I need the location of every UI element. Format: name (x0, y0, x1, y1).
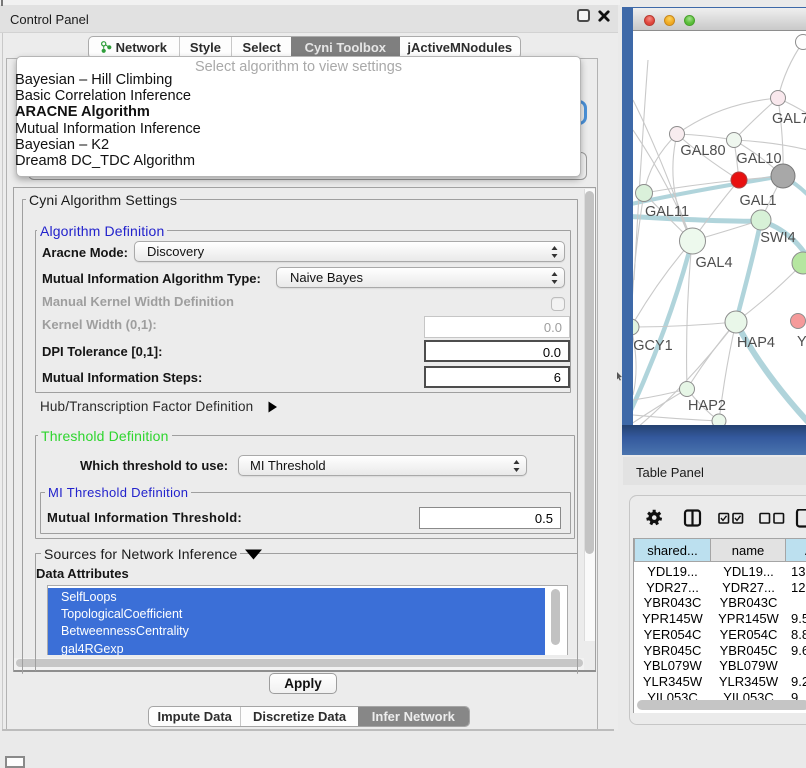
svg-text:GAL1: GAL1 (739, 193, 776, 209)
svg-text:GAL80: GAL80 (680, 143, 725, 159)
svg-text:HAP2: HAP2 (688, 398, 726, 414)
svg-text:GAL10: GAL10 (736, 151, 781, 167)
svg-text:HAP4: HAP4 (737, 335, 775, 351)
svg-text:SWI4: SWI4 (760, 230, 795, 246)
svg-text:GCY1: GCY1 (633, 338, 673, 354)
svg-text:GAL11: GAL11 (645, 204, 689, 220)
svg-text:GAL4: GAL4 (695, 255, 732, 271)
svg-text:GAL7: GAL7 (772, 111, 806, 127)
svg-text:YEL: YEL (797, 334, 806, 350)
